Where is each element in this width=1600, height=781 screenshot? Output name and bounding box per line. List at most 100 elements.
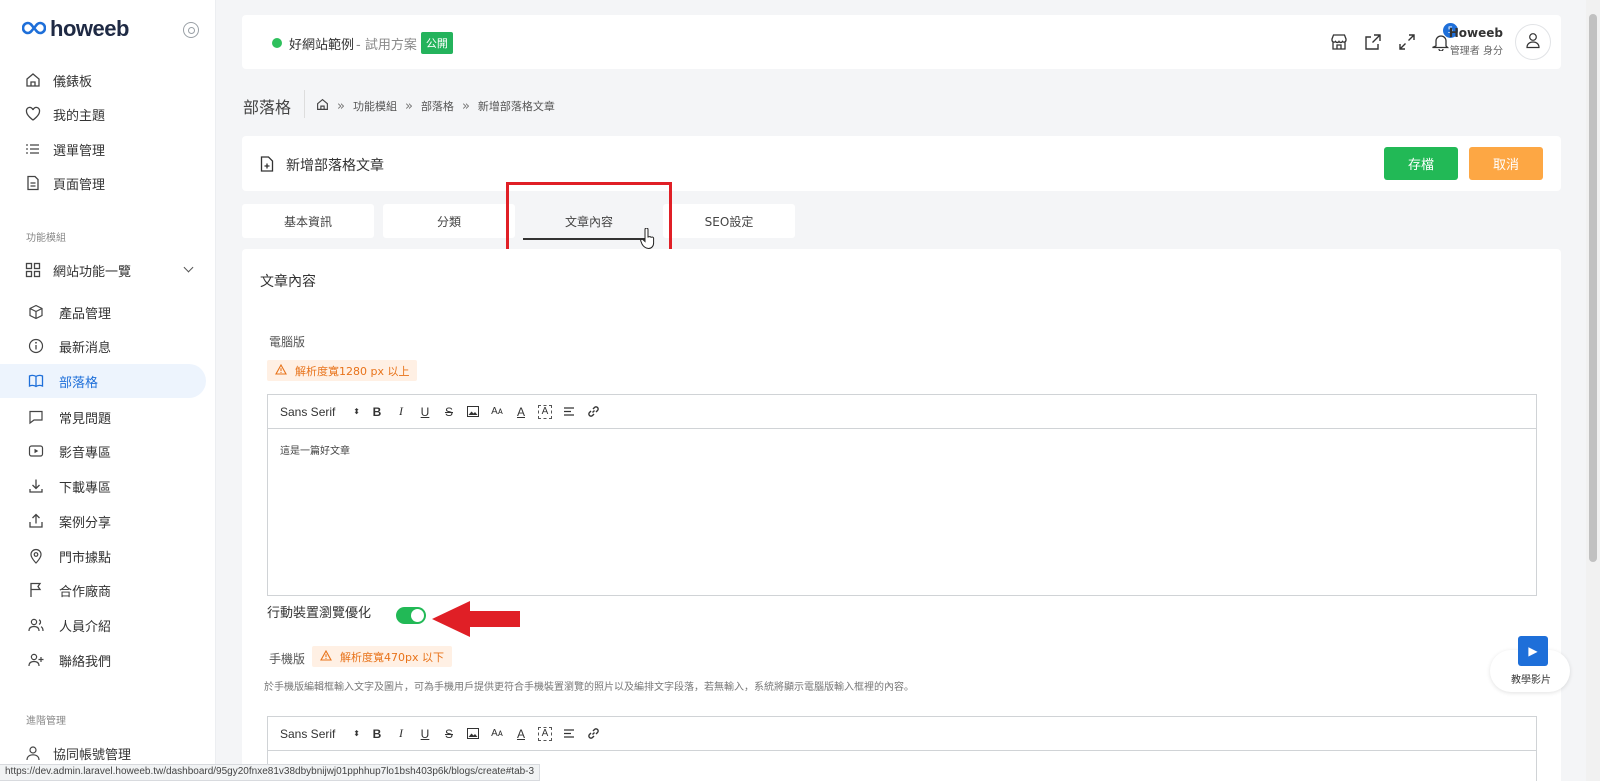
image-icon[interactable] bbox=[466, 405, 480, 419]
underline-icon[interactable]: U bbox=[418, 405, 432, 419]
user-name: Howeeb bbox=[1448, 26, 1503, 40]
underline-icon[interactable]: U bbox=[418, 727, 432, 741]
sidebar-item-faq[interactable]: 常見問題 bbox=[0, 400, 206, 434]
bold-icon[interactable]: B bbox=[370, 727, 384, 741]
link-icon[interactable] bbox=[586, 727, 600, 741]
sidebar-item-label: 下載專區 bbox=[59, 480, 112, 496]
home-icon bbox=[24, 71, 42, 89]
breadcrumb-item[interactable]: 部落格 bbox=[421, 98, 454, 114]
tab-basic-info[interactable]: 基本資訊 bbox=[242, 204, 374, 238]
tutorial-label: 教學影片 bbox=[1511, 675, 1551, 686]
strikethrough-icon[interactable]: S bbox=[442, 405, 456, 419]
status-online-icon bbox=[272, 38, 282, 48]
sidebar-item-dashboard[interactable]: 儀錶板 bbox=[0, 63, 206, 97]
desktop-editor-body[interactable]: 這是一篇好文章 bbox=[268, 429, 1536, 470]
italic-icon[interactable]: I bbox=[394, 404, 408, 419]
sidebar-item-label: 聯絡我們 bbox=[59, 654, 112, 670]
tab-seo-settings[interactable]: SEO設定 bbox=[663, 204, 795, 238]
form-title-card: 新增部落格文章 存檔 取消 bbox=[242, 136, 1561, 191]
align-icon[interactable] bbox=[562, 727, 576, 741]
breadcrumb-home-icon[interactable] bbox=[316, 98, 329, 114]
tutorial-video-button[interactable]: ▶ 教學影片 bbox=[1488, 636, 1578, 696]
sidebar-section-modules: 功能模組 bbox=[26, 233, 66, 244]
image-icon[interactable] bbox=[466, 727, 480, 741]
desktop-editor: Sans Serif ⬍ B I U S Aᴀ A A 這是一篇好文章 bbox=[267, 394, 1537, 596]
sidebar-item-stores[interactable]: 門市據點 bbox=[0, 539, 206, 573]
sidebar-item-menus[interactable]: 選單管理 bbox=[0, 132, 206, 166]
align-icon[interactable] bbox=[562, 405, 576, 419]
warning-text: 解析度寬1280 px 以上 bbox=[295, 364, 410, 378]
link-icon[interactable] bbox=[586, 405, 600, 419]
bold-icon[interactable]: B bbox=[370, 405, 384, 419]
save-button[interactable]: 存檔 bbox=[1384, 147, 1458, 180]
store-icon[interactable] bbox=[1329, 32, 1349, 52]
tab-category[interactable]: 分類 bbox=[383, 204, 515, 238]
content-card: 文章內容 電腦版 解析度寬1280 px 以上 Sans Serif ⬍ B I … bbox=[242, 249, 1561, 781]
font-select[interactable]: Sans Serif ⬍ bbox=[280, 405, 360, 419]
sidebar-item-videos[interactable]: 影音專區 bbox=[0, 434, 206, 468]
logo[interactable]: howeeb bbox=[21, 16, 129, 42]
breadcrumb-separator-icon: » bbox=[337, 98, 345, 114]
scrollbar-thumb[interactable] bbox=[1589, 14, 1597, 562]
strikethrough-icon[interactable]: S bbox=[442, 727, 456, 741]
section-title: 文章內容 bbox=[260, 274, 316, 290]
sidebar-item-label: 我的主題 bbox=[53, 108, 106, 124]
background-color-icon[interactable]: A bbox=[538, 404, 552, 419]
info-icon bbox=[27, 337, 45, 355]
font-size-icon[interactable]: Aᴀ bbox=[490, 727, 504, 741]
user-info[interactable]: Howeeb 管理者 身分 bbox=[1449, 26, 1503, 57]
user-icon bbox=[24, 744, 42, 762]
cube-icon bbox=[27, 303, 45, 321]
mobile-resolution-warning: 解析度寬470px 以下 bbox=[312, 646, 452, 667]
background-color-icon[interactable]: A bbox=[538, 726, 552, 741]
sidebar-item-blog[interactable]: 部落格 bbox=[0, 364, 206, 398]
breadcrumb-item[interactable]: 功能模組 bbox=[353, 98, 397, 114]
sidebar-item-contact[interactable]: 聯絡我們 bbox=[0, 643, 206, 677]
site-status[interactable]: 好網站範例 - 試用方案 公開 bbox=[272, 32, 453, 54]
video-clapper-icon: ▶ bbox=[1518, 636, 1548, 666]
sidebar-item-news[interactable]: 最新消息 bbox=[0, 329, 206, 363]
sidebar-item-label: 門市據點 bbox=[59, 550, 112, 566]
font-select[interactable]: Sans Serif ⬍ bbox=[280, 727, 360, 741]
site-name: 好網站範例 bbox=[289, 37, 355, 53]
page-title: 部落格 bbox=[243, 98, 292, 117]
editor-toolbar: Sans Serif ⬍ B I U S Aᴀ A A bbox=[268, 395, 1536, 429]
sidebar-item-products[interactable]: 產品管理 bbox=[0, 295, 206, 329]
select-arrows-icon: ⬍ bbox=[353, 407, 360, 416]
font-color-icon[interactable]: A bbox=[514, 405, 528, 419]
fullscreen-icon[interactable] bbox=[1397, 32, 1417, 52]
sidebar-group-modules[interactable]: 網站功能一覽 bbox=[0, 253, 206, 287]
share-icon bbox=[27, 512, 45, 530]
sidebar-item-partners[interactable]: 合作廠商 bbox=[0, 573, 206, 607]
sidebar-item-cases[interactable]: 案例分享 bbox=[0, 504, 206, 538]
breadcrumb-current: 新增部落格文章 bbox=[477, 100, 555, 113]
download-icon bbox=[27, 477, 45, 495]
user-avatar-icon bbox=[1524, 31, 1542, 53]
font-color-icon[interactable]: A bbox=[514, 727, 528, 741]
user-plus-icon bbox=[27, 651, 45, 669]
sidebar-item-pages[interactable]: 頁面管理 bbox=[0, 166, 206, 200]
avatar[interactable] bbox=[1515, 24, 1551, 60]
public-badge: 公開 bbox=[420, 32, 453, 54]
external-link-icon[interactable] bbox=[1363, 32, 1383, 52]
sidebar-item-label: 案例分享 bbox=[59, 515, 112, 531]
sidebar-item-downloads[interactable]: 下載專區 bbox=[0, 469, 206, 503]
font-select-value: Sans Serif bbox=[280, 404, 336, 419]
sidebar-item-themes[interactable]: 我的主題 bbox=[0, 97, 206, 131]
user-role: 管理者 身分 bbox=[1449, 46, 1503, 57]
mobile-optimization-toggle[interactable] bbox=[396, 607, 426, 624]
sidebar-item-label: 合作廠商 bbox=[59, 584, 112, 600]
sidebar-item-team[interactable]: 人員介紹 bbox=[0, 608, 206, 642]
cancel-button[interactable]: 取消 bbox=[1469, 147, 1543, 180]
font-select-value: Sans Serif bbox=[280, 726, 336, 741]
top-header: 好網站範例 - 試用方案 公開 5 Howeeb 管理者 身分 bbox=[242, 15, 1561, 69]
page-scrollbar[interactable] bbox=[1586, 0, 1600, 781]
mobile-hint: 於手機版編輯框輸入文字及圖片，可為手機用戶提供更符合手機裝置瀏覽的照片以及編排文… bbox=[264, 682, 914, 693]
font-size-icon[interactable]: Aᴀ bbox=[490, 405, 504, 419]
list-icon bbox=[24, 140, 42, 158]
italic-icon[interactable]: I bbox=[394, 726, 408, 741]
desktop-resolution-warning: 解析度寬1280 px 以上 bbox=[267, 360, 418, 381]
sidebar-collapse-icon[interactable] bbox=[183, 22, 199, 38]
file-plus-icon bbox=[260, 156, 274, 176]
editor-toolbar: Sans Serif ⬍ B I U S Aᴀ A A bbox=[268, 717, 1536, 751]
